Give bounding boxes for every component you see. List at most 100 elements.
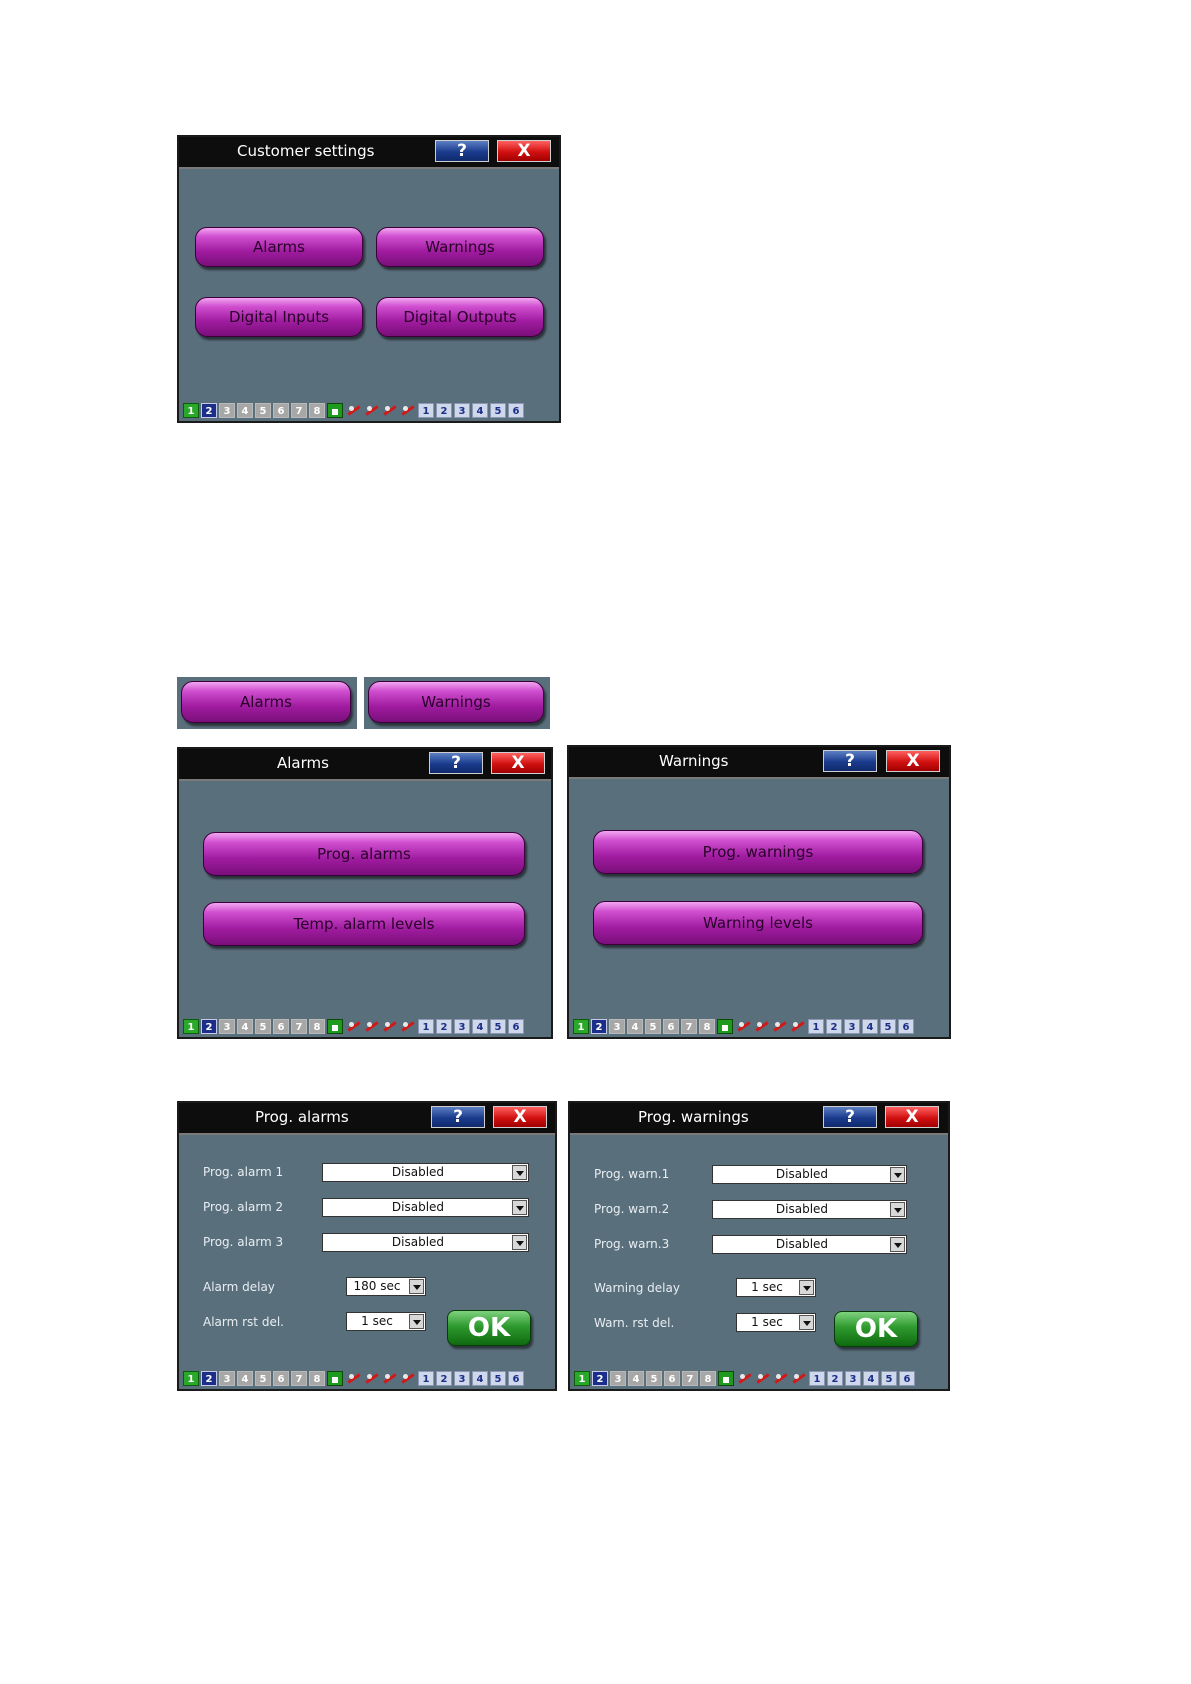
alarms-button-crop-bg: Alarms — [177, 677, 357, 729]
close-button[interactable]: X — [497, 140, 551, 162]
chevron-down-icon — [512, 1165, 527, 1180]
status-output-indicator: 1 — [183, 1370, 199, 1386]
disabled-sensor-icon — [400, 1019, 416, 1034]
warn-rst-del-select[interactable]: 1 sec — [736, 1313, 816, 1332]
close-button[interactable]: X — [886, 750, 940, 772]
status-output-indicator: 3 — [219, 1018, 235, 1034]
status-input-indicator: 5 — [880, 1018, 896, 1034]
status-output-indicator: 1 — [574, 1370, 590, 1386]
prog-warn-1-select[interactable]: Disabled — [712, 1165, 907, 1184]
status-output-indicator: 4 — [237, 1370, 253, 1386]
help-button[interactable]: ? — [431, 1106, 485, 1128]
warning-levels-button-label: Warning levels — [703, 914, 813, 932]
warnings-button[interactable]: Warnings — [376, 227, 544, 267]
window-title: Prog. alarms — [255, 1108, 349, 1126]
prog-alarm-2-select[interactable]: Disabled — [322, 1198, 529, 1217]
window-title: Customer settings — [237, 142, 375, 160]
prog-alarm-3-select[interactable]: Disabled — [322, 1233, 529, 1252]
status-input-indicator: 6 — [898, 1018, 914, 1034]
status-input-indicator: 1 — [418, 1018, 434, 1034]
status-output-indicator: 3 — [219, 1370, 235, 1386]
title-bar: Customer settings ? X — [179, 137, 559, 169]
ok-button[interactable]: OK — [834, 1311, 918, 1347]
alarm-rst-del-select[interactable]: 1 sec — [346, 1312, 426, 1331]
warnings-button-crop[interactable]: Warnings — [368, 681, 544, 723]
prog-warn-3-value: Disabled — [775, 1237, 829, 1251]
prog-warnings-button[interactable]: Prog. warnings — [593, 830, 923, 874]
digital-inputs-button-label: Digital Inputs — [228, 308, 330, 326]
prog-alarms-button[interactable]: Prog. alarms — [203, 832, 525, 876]
prog-warn-2-select[interactable]: Disabled — [712, 1200, 907, 1219]
status-input-indicator: 3 — [454, 402, 470, 418]
prog-warnings-button-label: Prog. warnings — [702, 843, 814, 861]
status-output-indicator: 7 — [291, 1370, 307, 1386]
lock-icon — [327, 1018, 343, 1034]
chevron-down-icon — [890, 1167, 905, 1182]
disabled-sensor-icon — [364, 403, 380, 418]
status-input-indicator: 3 — [845, 1370, 861, 1386]
alarm-rst-del-value: 1 sec — [361, 1314, 393, 1328]
alarms-button-crop[interactable]: Alarms — [181, 681, 351, 723]
prog-alarm-3-value: Disabled — [391, 1235, 445, 1249]
status-output-indicator: 2 — [201, 1018, 217, 1034]
status-input-indicator: 2 — [436, 402, 452, 418]
status-output-indicator: 8 — [309, 1370, 325, 1386]
chevron-down-icon — [890, 1202, 905, 1217]
disabled-sensor-icon — [364, 1371, 380, 1386]
status-input-indicator: 2 — [436, 1370, 452, 1386]
close-button[interactable]: X — [491, 752, 545, 774]
status-bar: 12345678123456 — [183, 1369, 551, 1387]
chevron-down-icon — [512, 1200, 527, 1215]
disabled-sensor-icon — [364, 1019, 380, 1034]
chevron-down-icon — [799, 1280, 814, 1295]
chevron-down-icon — [799, 1315, 814, 1330]
help-button[interactable]: ? — [429, 752, 483, 774]
status-input-indicator: 1 — [418, 1370, 434, 1386]
status-input-indicator: 4 — [862, 1018, 878, 1034]
alarms-button-label: Alarms — [253, 238, 305, 256]
chevron-down-icon — [409, 1314, 424, 1329]
prog-warn-1-value: Disabled — [775, 1167, 829, 1181]
status-output-indicator: 7 — [291, 402, 307, 418]
prog-warn-3-label: Prog. warn.3 — [594, 1237, 670, 1251]
warning-delay-select[interactable]: 1 sec — [736, 1278, 816, 1297]
prog-alarms-button-label: Prog. alarms — [317, 845, 411, 863]
window-title: Alarms — [277, 754, 329, 772]
prog-warn-3-select[interactable]: Disabled — [712, 1235, 907, 1254]
temp-alarm-levels-button[interactable]: Temp. alarm levels — [203, 902, 525, 946]
digital-inputs-button[interactable]: Digital Inputs — [195, 297, 363, 337]
alarm-delay-select[interactable]: 180 sec — [346, 1277, 426, 1296]
ok-button[interactable]: OK — [447, 1310, 531, 1346]
digital-outputs-button[interactable]: Digital Outputs — [376, 297, 544, 337]
help-button[interactable]: ? — [823, 750, 877, 772]
title-bar: Prog. alarms ? X — [179, 1103, 555, 1135]
disabled-sensor-icon — [754, 1019, 770, 1034]
warning-levels-button[interactable]: Warning levels — [593, 901, 923, 945]
help-button[interactable]: ? — [435, 140, 489, 162]
warning-delay-value: 1 sec — [751, 1280, 783, 1294]
warnings-button-crop-bg: Warnings — [364, 677, 550, 729]
disabled-sensor-icon — [400, 1371, 416, 1386]
status-output-indicator: 5 — [645, 1018, 661, 1034]
close-button[interactable]: X — [885, 1106, 939, 1128]
status-output-indicator: 5 — [255, 1370, 271, 1386]
prog-alarm-1-value: Disabled — [391, 1165, 445, 1179]
status-input-indicator: 2 — [827, 1370, 843, 1386]
status-output-indicator: 1 — [573, 1018, 589, 1034]
status-input-indicator: 1 — [418, 402, 434, 418]
status-input-indicator: 2 — [436, 1018, 452, 1034]
help-button[interactable]: ? — [823, 1106, 877, 1128]
status-output-indicator: 7 — [682, 1370, 698, 1386]
prog-alarm-1-select[interactable]: Disabled — [322, 1163, 529, 1182]
close-button[interactable]: X — [493, 1106, 547, 1128]
digital-outputs-button-label: Digital Outputs — [403, 308, 517, 326]
alarms-crop-label: Alarms — [240, 693, 292, 711]
prog-alarm-2-label: Prog. alarm 2 — [203, 1200, 284, 1214]
status-input-indicator: 2 — [826, 1018, 842, 1034]
status-output-indicator: 4 — [627, 1018, 643, 1034]
status-output-indicator: 6 — [664, 1370, 680, 1386]
status-output-indicator: 5 — [255, 1018, 271, 1034]
alarms-button[interactable]: Alarms — [195, 227, 363, 267]
status-input-indicator: 3 — [454, 1018, 470, 1034]
status-output-indicator: 6 — [273, 402, 289, 418]
